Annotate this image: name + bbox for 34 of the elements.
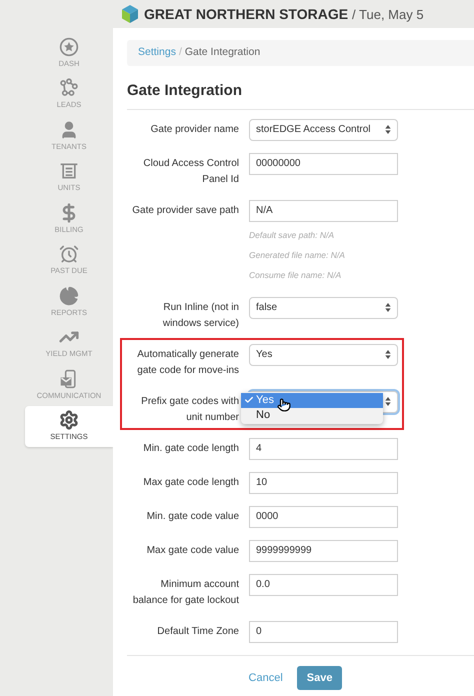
page-title: Gate Integration: [127, 81, 244, 101]
text-field[interactable]: 00000000: [249, 152, 398, 174]
select-field[interactable]: false: [249, 296, 398, 318]
field-label: Gate provider name: [150, 122, 239, 136]
text-field[interactable]: 9999999999: [249, 540, 398, 562]
date-text: / Tue, May 5: [352, 6, 424, 24]
brand-name: GREAT NORTHERN STORAGE: [144, 4, 348, 24]
text-field[interactable]: 4: [249, 438, 398, 460]
field-label: Default Time Zone: [157, 624, 239, 638]
field-label: Max gate code value: [146, 544, 239, 558]
field-label: Minimum account balance for gate lockout: [132, 578, 239, 608]
breadcrumb-separator: /: [178, 45, 182, 60]
select-field[interactable]: storEDGE Access Control: [249, 118, 398, 140]
text-field[interactable]: N/A: [249, 200, 398, 222]
select-field[interactable]: Yes: [249, 344, 398, 366]
text-field[interactable]: 0000: [249, 506, 398, 528]
field-label: Max gate code length: [143, 476, 239, 490]
field-label: Cloud Access Control Panel Id: [143, 156, 239, 186]
field-label: Automatically generate gate code for move-ins: [137, 348, 239, 378]
hint-text: Consume file name: N/A: [249, 268, 342, 282]
text-field[interactable]: 10: [249, 472, 398, 494]
breadcrumb-current: Gate Integration: [184, 45, 260, 60]
option-label: Yes: [256, 392, 274, 408]
hint-text: Default save path: N/A: [249, 228, 336, 242]
option-label: No: [256, 408, 270, 423]
field-label: Min. gate code length: [143, 442, 239, 456]
text-field[interactable]: 0: [249, 620, 398, 642]
field-label: Prefix gate codes with unit number: [141, 394, 239, 424]
text-field[interactable]: 0.0: [249, 574, 398, 596]
field-label: Gate provider save path: [132, 204, 239, 218]
field-label: Min. gate code value: [146, 510, 239, 524]
field-label: Run Inline (not in windows service): [162, 300, 239, 330]
hint-text: Generated file name: N/A: [249, 248, 346, 262]
dropdown-option[interactable]: No: [241, 408, 383, 422]
